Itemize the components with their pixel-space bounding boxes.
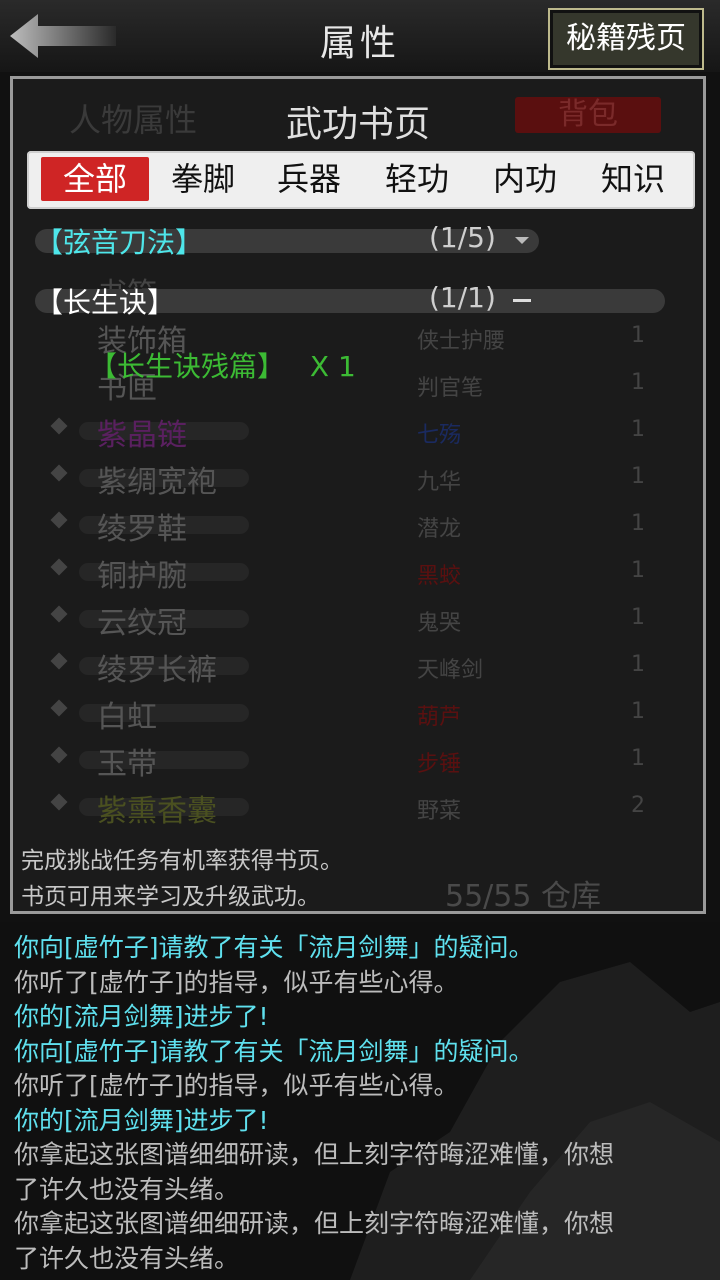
entry-xianyin-blade[interactable]: 【弦音刀法】 (1/5) <box>35 221 539 259</box>
entry-progress: (1/1) <box>429 281 496 314</box>
back-arrow-icon[interactable] <box>8 12 118 60</box>
tab-lightness[interactable]: 轻功 <box>371 157 463 201</box>
entry-changsheng[interactable]: 【长生诀】 (1/1) <box>35 281 665 319</box>
top-bar: 属性 秘籍残页 <box>0 0 720 72</box>
secret-pages-button[interactable]: 秘籍残页 <box>548 8 704 70</box>
ghost-row-bar <box>79 657 249 675</box>
log-line: 你的[流月剑舞]进步了! <box>14 1105 269 1135</box>
ghost-item-left: 绫罗长裤 <box>97 653 217 688</box>
ghost-row-bar <box>79 469 249 487</box>
footnote-line-2: 书页可用来学习及升级武功。 <box>21 884 320 910</box>
ghost-item-count: 1 <box>631 323 645 348</box>
ghost-item-right: 潜龙 <box>417 517 462 542</box>
ghost-row-bar <box>79 422 249 440</box>
log-line: 你拿起这张图谱细细研读，但上刻字符晦涩难懂，你想 <box>14 1140 615 1169</box>
ghost-bullet-icon <box>50 652 68 670</box>
collapse-icon <box>513 299 531 302</box>
log-line: 你的[流月剑舞]进步了! <box>14 1002 269 1031</box>
message-log[interactable]: 你向[虚竹子]请教了有关「流月剑舞」的疑问。 你听了[虚竹子]的指导，似乎有些心得… <box>0 922 720 1280</box>
ghost-item-right: 侠士护腰 <box>417 329 506 354</box>
ghost-item-count: 1 <box>631 370 645 395</box>
ghost-item-right: 黑蛟 <box>417 564 462 589</box>
book-pages-panel: 人物属性 背包 书箱装饰箱书匣紫晶链紫绸宽袍绫罗鞋铜护腕云纹冠绫罗长裤白虹玉带紫… <box>10 76 706 914</box>
ghost-item-right: 七殇 <box>417 423 462 448</box>
footnote-line-1: 完成挑战任务有机率获得书页。 <box>21 848 343 874</box>
ghost-item-left: 紫熏香囊 <box>97 794 217 829</box>
ghost-bullet-icon <box>50 699 68 717</box>
storage-ghost: 55/55 仓库 <box>445 879 601 914</box>
ghost-item-count: 1 <box>631 417 645 442</box>
ghost-bullet-icon <box>50 746 68 764</box>
ghost-item-count: 1 <box>631 699 645 724</box>
ghost-row-bar <box>79 798 249 816</box>
tab-knowledge[interactable]: 知识 <box>587 157 679 201</box>
ghost-item-count: 1 <box>631 511 645 536</box>
ghost-row-bar <box>79 516 249 534</box>
log-line: 了许久也没有头绪。 <box>14 1174 240 1204</box>
ghost-item-left: 紫绸宽袍 <box>97 465 217 500</box>
ghost-row-bar <box>79 610 249 628</box>
ghost-bullet-icon <box>50 558 68 576</box>
ghost-row-bar <box>79 704 249 722</box>
ghost-item-right: 判官笔 <box>417 376 484 401</box>
tab-all[interactable]: 全部 <box>41 157 149 201</box>
ghost-item-right: 天峰剑 <box>417 658 484 683</box>
ghost-item-right: 鬼哭 <box>417 611 462 636</box>
ghost-row-bar <box>79 563 249 581</box>
ghost-item-count: 1 <box>631 746 645 771</box>
ghost-item-right: 步锤 <box>417 752 462 777</box>
ghost-item-count: 1 <box>631 558 645 583</box>
ghost-item-left: 紫晶链 <box>97 418 187 453</box>
ghost-item-count: 1 <box>631 652 645 677</box>
tab-fist[interactable]: 拳脚 <box>157 157 249 201</box>
tab-internal[interactable]: 内功 <box>479 157 571 201</box>
ghost-bullet-icon <box>50 464 68 482</box>
log-line: 你听了[虚竹子]的指导，似乎有些心得。 <box>14 1071 459 1100</box>
ghost-item-count: 1 <box>631 464 645 489</box>
chevron-down-icon <box>515 237 529 244</box>
book-pages-title: 武功书页 <box>285 104 430 145</box>
ghost-item-left: 白虹 <box>97 700 157 735</box>
category-tabs: 全部 拳脚 兵器 轻功 内功 知识 <box>27 151 695 209</box>
ghost-item-left: 玉带 <box>97 747 157 782</box>
ghost-bullet-icon <box>50 511 68 529</box>
panel-header: 武功书页 <box>13 79 703 149</box>
ghost-bullet-icon <box>50 793 68 811</box>
ghost-item-right: 九华 <box>417 470 462 495</box>
entry-progress: (1/5) <box>429 221 496 254</box>
tab-weapon[interactable]: 兵器 <box>263 157 355 201</box>
ghost-bullet-icon <box>50 605 68 623</box>
entry-name: 【弦音刀法】 <box>35 226 204 259</box>
log-line: 你向[虚竹子]请教了有关「流月剑舞」的疑问。 <box>14 1036 534 1066</box>
ghost-item-left: 云纹冠 <box>97 606 187 641</box>
log-line: 你拿起这张图谱细细研读，但上刻字符晦涩难懂，你想 <box>14 1209 615 1238</box>
entry-name: 【长生诀】 <box>35 286 176 319</box>
ghost-row-bar <box>79 751 249 769</box>
ghost-item-count: 2 <box>631 793 645 818</box>
ghost-item-left: 绫罗鞋 <box>97 512 187 547</box>
ghost-item-left: 铜护腕 <box>97 559 187 594</box>
ghost-item-count: 1 <box>631 605 645 630</box>
ghost-item-right: 野菜 <box>417 799 462 824</box>
sub-item-name: 【长生诀残篇】 <box>89 350 286 383</box>
sub-item-changsheng-fragment[interactable]: 【长生诀残篇】 X 1 <box>89 345 356 385</box>
log-line: 你听了[虚竹子]的指导，似乎有些心得。 <box>14 967 459 997</box>
ghost-bullet-icon <box>50 417 68 435</box>
log-line: 你向[虚竹子]请教了有关「流月剑舞」的疑问。 <box>14 933 534 962</box>
sub-item-qty: X 1 <box>309 350 356 383</box>
log-line: 了许久也没有头绪。 <box>14 1243 240 1273</box>
ghost-item-right: 葫芦 <box>417 705 462 730</box>
